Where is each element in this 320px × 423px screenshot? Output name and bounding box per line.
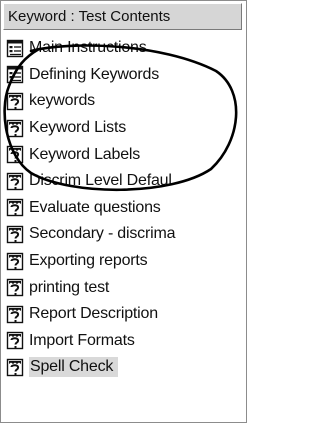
list-item-label: keywords (29, 92, 95, 110)
question-page-icon (6, 119, 24, 137)
list-item-label: Exporting reports (29, 252, 148, 270)
panel-header[interactable]: Keyword : Test Contents (3, 3, 242, 30)
list-item-label: Main Instructions (29, 39, 147, 57)
list-item[interactable]: Defining Keywords (1, 62, 246, 89)
question-page-icon (6, 172, 24, 190)
question-page-icon (6, 225, 24, 244)
document-list-icon (6, 39, 24, 57)
list-item-selected[interactable]: Spell Check (1, 354, 246, 381)
list-item[interactable]: Main Instructions (1, 35, 246, 62)
test-contents-list: Main Instructions Defining Keywords keyw… (1, 35, 246, 381)
question-page-icon (6, 145, 24, 164)
list-item-label: Spell Check (29, 357, 119, 378)
list-item[interactable]: keywords (1, 88, 246, 115)
list-item-label: Discrim Level Defaul (29, 172, 172, 190)
list-item[interactable]: printing test (1, 274, 246, 301)
question-page-icon (6, 358, 24, 377)
list-item-label: Keyword Lists (29, 119, 126, 137)
list-item-label: printing test (29, 278, 110, 296)
list-item-label: Defining Keywords (29, 65, 159, 83)
list-item[interactable]: Report Description (1, 301, 246, 328)
list-item[interactable]: Evaluate questions (1, 195, 246, 222)
list-item-label: Import Formats (29, 331, 135, 349)
test-contents-panel: Keyword : Test Contents Main Instruction… (0, 0, 247, 423)
list-item-label: Secondary - discrima (29, 225, 176, 243)
question-page-icon (6, 332, 24, 350)
question-page-icon (6, 278, 24, 297)
list-item[interactable]: Discrim Level Defaul (1, 168, 246, 195)
document-list-icon (6, 66, 24, 84)
list-item-label: Report Description (29, 305, 158, 323)
list-item-label: Keyword Labels (29, 145, 141, 163)
question-page-icon (6, 199, 24, 217)
question-page-icon (6, 252, 24, 270)
list-item[interactable]: Exporting reports (1, 248, 246, 275)
question-page-icon (6, 92, 24, 111)
list-item[interactable]: Keyword Labels (1, 141, 246, 168)
list-item-label: Evaluate questions (29, 198, 161, 216)
list-item[interactable]: Secondary - discrima (1, 221, 246, 248)
list-item[interactable]: Import Formats (1, 328, 246, 355)
question-page-icon (6, 305, 24, 323)
list-item[interactable]: Keyword Lists (1, 115, 246, 142)
